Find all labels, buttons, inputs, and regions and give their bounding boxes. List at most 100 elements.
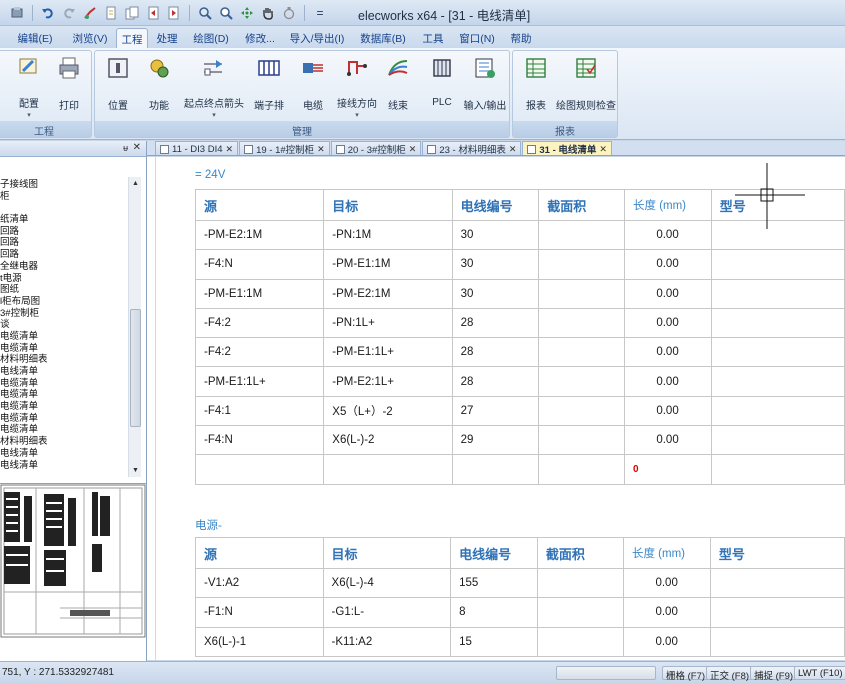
tree-item[interactable]: 电缆清单 — [0, 378, 128, 390]
table-row: -PM-E1:1L+ -PM-E2:1L+ 28 0.00 — [194, 366, 845, 397]
tree-item[interactable]: 电缆清单 — [0, 401, 128, 413]
tree-item[interactable]: 材料明细表 — [0, 354, 128, 366]
tab-23-bill-of-materials[interactable]: 23 - 材料明细表 ✕ — [422, 141, 522, 156]
tab-19-control-cabinet-1[interactable]: 19 - 1#控制柜 ✕ — [239, 141, 330, 156]
ortho-toggle[interactable]: 正交 (F8) — [706, 666, 754, 682]
scroll-down-icon[interactable]: ▼ — [129, 464, 142, 477]
chevron-down-icon: ▾ — [27, 112, 31, 119]
previous-page-icon[interactable] — [144, 4, 162, 22]
refresh-icon[interactable] — [280, 4, 298, 22]
hand-icon[interactable] — [259, 4, 277, 22]
menu-database[interactable]: 数据库(B) — [350, 28, 416, 48]
zoom-icon[interactable] — [217, 4, 235, 22]
tree-item[interactable]: 电缆清单 — [0, 389, 128, 401]
close-tab-icon[interactable]: ✕ — [317, 144, 325, 155]
close-tab-icon[interactable]: ✕ — [599, 144, 607, 155]
cable-button[interactable]: 电缆 — [295, 53, 331, 119]
report-button[interactable]: 报表 — [521, 53, 551, 119]
location-button[interactable]: 位置 — [101, 53, 135, 119]
tab-11-di3-di4[interactable]: 11 - DI3 DI4 ✕ — [155, 141, 239, 155]
app-logo-icon[interactable] — [8, 4, 26, 22]
menu-draw[interactable]: 绘图(D) — [186, 28, 236, 48]
scroll-thumb[interactable] — [130, 309, 141, 427]
drawing-canvas[interactable]: = 24V 源目标 电线编号 截面积 长度 (mm) 型号 -PM-E2:1M -PN:1M… — [147, 157, 845, 660]
menu-tools[interactable]: 工具 — [416, 28, 450, 48]
menu-icon[interactable]: = — [311, 4, 329, 22]
tree-scrollbar[interactable]: ▲ ▼ — [128, 177, 141, 477]
plc-button[interactable]: PLC — [425, 53, 459, 119]
tree-item[interactable]: 材料明细表 — [0, 436, 128, 448]
length-cell: 0.00 — [624, 307, 712, 339]
menu-import-export[interactable]: 导入/导出(I) — [284, 28, 350, 48]
chevron-down-icon: ▾ — [212, 112, 216, 119]
close-icon[interactable]: ✕ — [133, 142, 141, 153]
tree-item[interactable]: l柜布局图 — [0, 296, 128, 308]
scroll-up-icon[interactable]: ▲ — [129, 177, 142, 190]
tree-item[interactable]: 电线清单 — [0, 448, 128, 460]
close-tab-icon[interactable]: ✕ — [409, 144, 417, 155]
tree-item[interactable]: 电缆清单 — [0, 424, 128, 436]
table-row: -PM-E1:1M -PM-E2:1M 30 0.00 — [194, 278, 845, 309]
menu-window[interactable]: 窗口(N) — [450, 28, 504, 48]
tree-item[interactable]: 谈 — [0, 319, 128, 331]
menu-help[interactable]: 帮助 — [504, 28, 538, 48]
tree-item[interactable]: 电缆清单 — [0, 343, 128, 355]
wire-number-cell: 30 — [451, 278, 540, 309]
harness-button[interactable]: 线束 — [381, 53, 415, 119]
tab-31-wire-list[interactable]: 31 - 电线清单 ✕ — [522, 141, 612, 156]
column-header: 电线编号 — [451, 189, 540, 221]
config-button[interactable]: 配置 ▾ — [11, 53, 47, 119]
copy-page-icon[interactable] — [123, 4, 141, 22]
cross-section-cell — [538, 278, 625, 309]
origin-destination-arrow-button[interactable]: 起点终点箭头 ▾ — [183, 53, 245, 119]
tree-item[interactable]: 3#控制柜 — [0, 308, 128, 320]
snap-toggle[interactable]: 捕捉 (F9) — [750, 666, 798, 682]
tree-item[interactable] — [0, 202, 128, 214]
input-output-button[interactable]: 输入/输出 — [463, 53, 507, 119]
close-tab-icon[interactable]: ✕ — [509, 144, 517, 155]
drawing-rules-check-button[interactable]: 绘图规则检查 — [555, 53, 617, 119]
column-header: 长度 (mm) — [624, 189, 712, 221]
page-preview[interactable] — [0, 483, 146, 653]
tree-item[interactable]: 图纸 — [0, 284, 128, 296]
length-cell: 0.00 — [624, 219, 712, 251]
tab-20-control-cabinet-3[interactable]: 20 - 3#控制柜 ✕ — [330, 141, 422, 156]
menu-bar: 编辑(E) 浏览(V) 工程 处理 绘图(D) 修改... 导入/导出(I) 数… — [0, 26, 845, 48]
menu-project[interactable]: 工程 — [116, 28, 148, 48]
menu-modify[interactable]: 修改... — [236, 28, 284, 48]
tree-item[interactable]: 电线清单 — [0, 460, 128, 472]
tree-item[interactable]: 回路 — [0, 249, 128, 261]
source-cell: -F4:N — [194, 425, 325, 456]
sweep-icon[interactable] — [81, 4, 99, 22]
redo-icon[interactable] — [60, 4, 78, 22]
tree-item[interactable]: 回路 — [0, 226, 128, 238]
function-button[interactable]: 功能 — [141, 53, 177, 119]
undo-icon[interactable] — [39, 4, 57, 22]
lwt-toggle[interactable]: LWT (F10) — [794, 666, 845, 680]
tree-item[interactable]: 柜 — [0, 191, 128, 203]
source-cell: X6(L-)-1 — [195, 626, 324, 657]
grid-toggle[interactable]: 栅格 (F7) — [662, 666, 710, 682]
tree-item[interactable]: 全继电器 — [0, 261, 128, 273]
tree-item[interactable]: 电线清单 — [0, 366, 128, 378]
next-page-icon[interactable] — [165, 4, 183, 22]
cross-section-cell — [536, 597, 624, 628]
tree-item[interactable]: 回路 — [0, 237, 128, 249]
menu-edit[interactable]: 编辑(E) — [6, 28, 64, 48]
pin-icon[interactable]: ᵾ — [123, 143, 128, 153]
new-page-icon[interactable] — [102, 4, 120, 22]
menu-browse[interactable]: 浏览(V) — [64, 28, 116, 48]
tree-item[interactable]: t电源 — [0, 273, 128, 285]
tree-item[interactable]: 电缆清单 — [0, 331, 128, 343]
column-header: 源 — [194, 189, 325, 221]
close-tab-icon[interactable]: ✕ — [226, 144, 234, 155]
tree-item[interactable]: 电缆清单 — [0, 413, 128, 425]
zoom-window-icon[interactable] — [196, 4, 214, 22]
tree-item[interactable]: 纸清单 — [0, 214, 128, 226]
menu-process[interactable]: 处理 — [148, 28, 186, 48]
pan-icon[interactable] — [238, 4, 256, 22]
terminal-strip-button[interactable]: 端子排 — [251, 53, 287, 119]
wiring-direction-button[interactable]: 接线方向 ▾ — [335, 53, 379, 119]
tree-item[interactable]: 子接线图 — [0, 179, 128, 191]
print-button[interactable]: 打印 — [51, 53, 87, 119]
